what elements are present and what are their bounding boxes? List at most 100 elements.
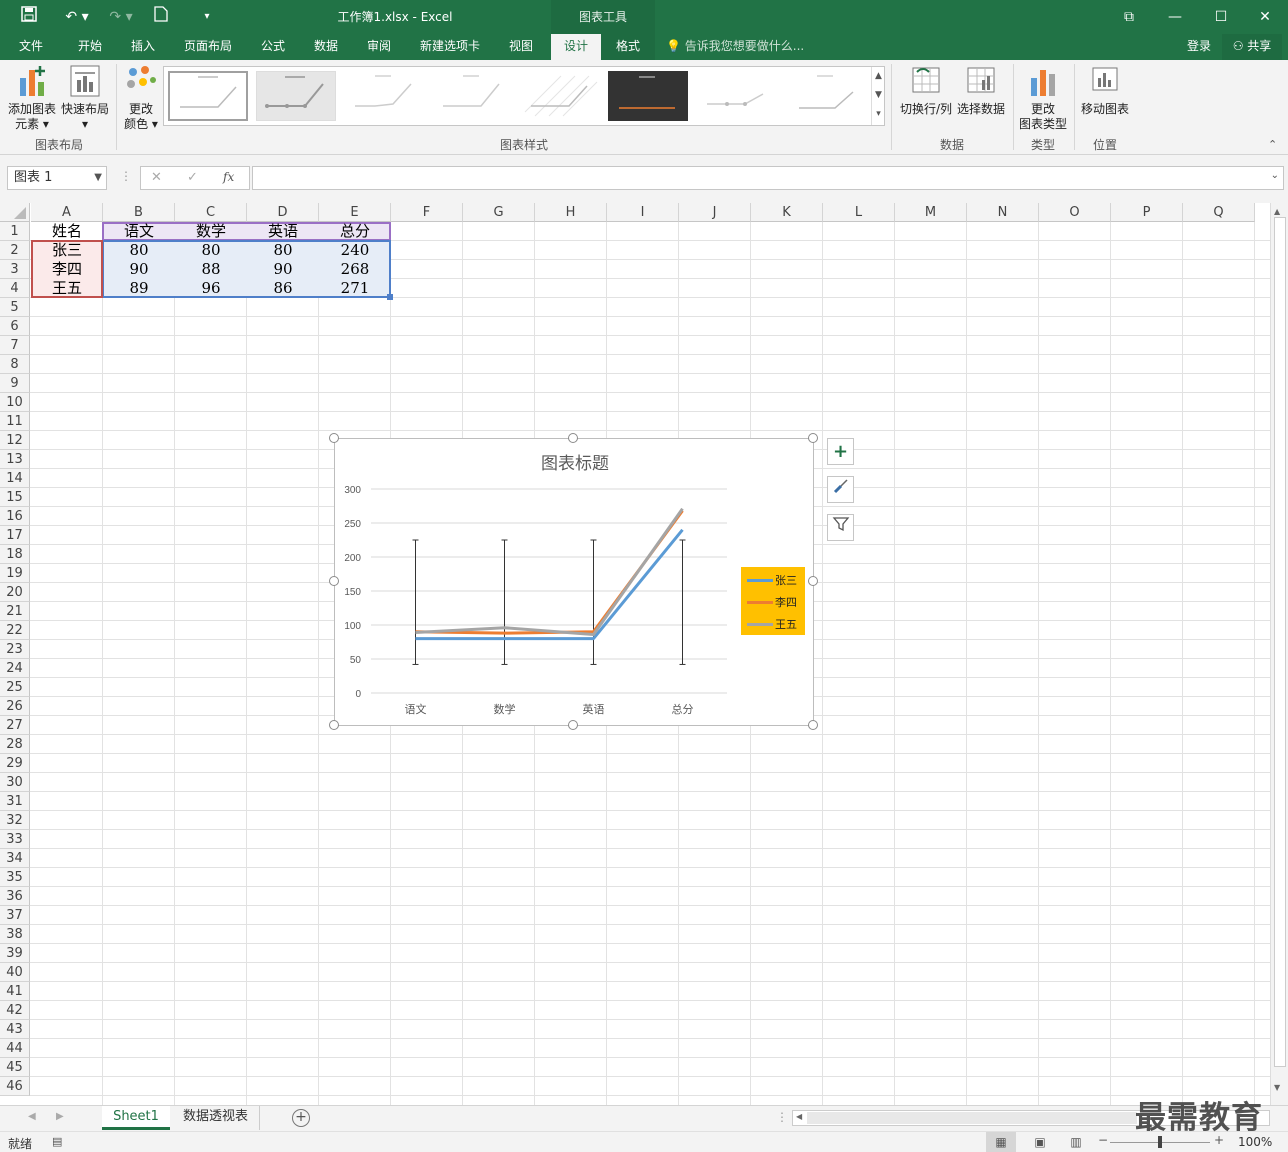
row-header[interactable]: 35 [0,868,30,887]
row-header[interactable]: 4 [0,279,30,298]
zoom-level[interactable]: 100% [1238,1135,1272,1149]
tab-home[interactable]: 开始 [66,34,114,60]
row-header[interactable]: 22 [0,621,30,640]
row-header[interactable]: 9 [0,374,30,393]
row-header[interactable]: 10 [0,393,30,412]
table-cell[interactable]: 80 [247,241,319,260]
column-header[interactable]: J [679,203,751,222]
line-chart[interactable]: 图表标题 0 50 100 150 200 250 300 语文 数学 英语 总分 张三 李四 王五 [334,438,814,726]
undo-icon[interactable]: ↶ ▾ [60,6,94,28]
enter-icon[interactable]: ✓ [187,170,198,185]
row-header[interactable]: 31 [0,792,30,811]
close-button[interactable]: ✕ [1242,0,1288,34]
chart-legend[interactable]: 张三 李四 王五 [741,567,805,635]
column-header[interactable]: P [1111,203,1183,222]
chart-style-2[interactable] [256,71,336,121]
row-header[interactable]: 41 [0,982,30,1001]
row-header[interactable]: 7 [0,336,30,355]
row-header[interactable]: 17 [0,526,30,545]
row-header[interactable]: 8 [0,355,30,374]
table-header-cell[interactable]: 语文 [103,222,175,241]
column-header[interactable]: I [607,203,679,222]
tab-page-layout[interactable]: 页面布局 [176,34,240,60]
row-header[interactable]: 33 [0,830,30,849]
table-cell[interactable]: 96 [175,279,247,298]
page-layout-view-icon[interactable]: ▣ [1028,1132,1052,1152]
page-break-view-icon[interactable]: ▥ [1064,1132,1088,1152]
customize-quick-access-icon[interactable]: ▾ [196,6,218,28]
table-header-cell[interactable]: 总分 [319,222,391,241]
chart-elements-plus-icon[interactable]: + [827,438,854,465]
column-header[interactable]: H [535,203,607,222]
tab-data[interactable]: 数据 [303,34,349,60]
name-box[interactable]: 图表 1 ▼ [7,166,107,190]
column-header[interactable]: B [103,203,175,222]
row-header[interactable]: 28 [0,735,30,754]
row-header[interactable]: 16 [0,507,30,526]
sheet-tab-sheet1[interactable]: Sheet1 [102,1106,170,1130]
chart-style-1[interactable] [168,71,248,121]
minimize-button[interactable]: — [1152,0,1198,34]
table-cell[interactable]: 90 [247,260,319,279]
vertical-scrollbar[interactable]: ▲ ▼ [1270,203,1288,1105]
row-header[interactable]: 43 [0,1020,30,1039]
prev-sheet-icon[interactable]: ◀ [28,1111,36,1122]
next-sheet-icon[interactable]: ▶ [56,1111,64,1122]
row-header[interactable]: 21 [0,602,30,621]
chart-filters-funnel-icon[interactable] [827,514,854,541]
zoom-out-icon[interactable]: − [1098,1133,1108,1147]
chart-resize-handle-sw[interactable] [329,720,339,730]
maximize-button[interactable]: ☐ [1198,0,1244,34]
row-header[interactable]: 14 [0,469,30,488]
tab-format[interactable]: 格式 [606,34,650,60]
row-header[interactable]: 45 [0,1058,30,1077]
column-header[interactable]: M [895,203,967,222]
row-header[interactable]: 34 [0,849,30,868]
tab-new-tab[interactable]: 新建选项卡 [410,34,490,60]
table-cell[interactable]: 271 [319,279,391,298]
row-header[interactable]: 27 [0,716,30,735]
row-header[interactable]: 5 [0,298,30,317]
switch-row-column-button[interactable]: 切换行/列 [896,64,956,117]
legend-entry[interactable]: 张三 [747,571,803,589]
chart-resize-handle-n[interactable] [568,433,578,443]
chart-style-7[interactable] [696,71,776,121]
tab-splitter-icon[interactable]: ⋮ [776,1110,788,1124]
table-cell[interactable]: 80 [103,241,175,260]
redo-icon[interactable]: ↷ ▾ [104,6,138,28]
table-cell[interactable]: 89 [103,279,175,298]
table-cell[interactable]: 240 [319,241,391,260]
scroll-left-icon[interactable]: ◀ [796,1112,802,1121]
scroll-up-icon[interactable]: ▲ [1274,207,1280,216]
table-header-cell[interactable]: 数学 [175,222,247,241]
row-header[interactable]: 24 [0,659,30,678]
column-header[interactable]: F [391,203,463,222]
chart-resize-handle-ne[interactable] [808,433,818,443]
legend-entry[interactable]: 王五 [747,615,803,633]
row-header[interactable]: 30 [0,773,30,792]
select-all-corner[interactable] [0,203,30,222]
add-chart-element-button[interactable]: 添加图表 元素 ▾ [4,64,60,132]
horizontal-scroll-thumb[interactable] [807,1112,1137,1124]
column-header[interactable]: L [823,203,895,222]
ribbon-display-options-icon[interactable]: ⧉ [1106,0,1152,34]
row-header[interactable]: 25 [0,678,30,697]
row-header[interactable]: 2 [0,241,30,260]
chart-style-5[interactable] [520,71,600,121]
tab-view[interactable]: 视图 [498,34,544,60]
row-header[interactable]: 15 [0,488,30,507]
macro-record-icon[interactable]: ▤ [52,1135,62,1148]
formula-input[interactable]: ⌄ [252,166,1284,190]
row-header[interactable]: 38 [0,925,30,944]
table-cell[interactable]: 80 [175,241,247,260]
new-file-icon[interactable] [150,6,172,28]
chart-resize-handle-se[interactable] [808,720,818,730]
quick-layout-button[interactable]: 快速布局 ▾ [60,64,110,132]
row-header[interactable]: 20 [0,583,30,602]
save-icon[interactable] [18,6,40,28]
chart-resize-handle-w[interactable] [329,576,339,586]
table-cell[interactable]: 王五 [31,279,103,298]
change-colors-button[interactable]: 更改 颜色 ▾ [120,64,162,132]
table-cell[interactable]: 86 [247,279,319,298]
row-header[interactable]: 37 [0,906,30,925]
